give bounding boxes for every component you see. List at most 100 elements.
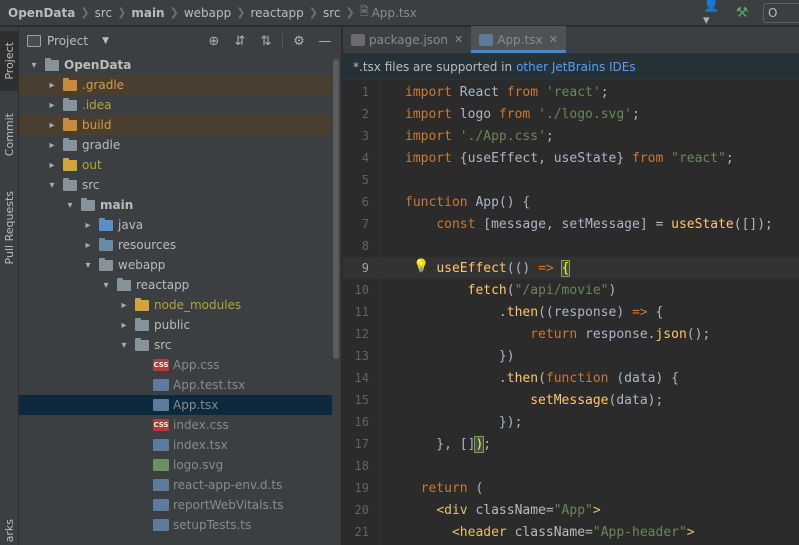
line-number: 6 xyxy=(361,195,369,209)
chevron-right-icon[interactable]: ▸ xyxy=(81,220,95,231)
tree-item[interactable]: CSS index.css xyxy=(19,415,332,435)
tree-item[interactable]: ▸ gradle xyxy=(19,135,332,155)
tree-item[interactable]: reportWebVitals.ts xyxy=(19,495,332,515)
collapse-all-icon[interactable]: ⇅ xyxy=(256,31,276,51)
code-line[interactable]: 20 <div className = "App" > xyxy=(343,499,799,521)
expand-all-icon[interactable]: ⇵ xyxy=(230,31,250,51)
tree-item[interactable]: ▸ .gradle xyxy=(19,75,332,95)
chevron-down-icon[interactable]: ▾ xyxy=(45,180,59,191)
close-icon[interactable]: ✕ xyxy=(549,33,558,46)
breadcrumb-item[interactable]: src xyxy=(95,6,113,20)
locate-icon[interactable]: ⊕ xyxy=(204,31,224,51)
view-dropdown-icon[interactable]: ▼ xyxy=(102,36,109,46)
breadcrumb-item[interactable]: main xyxy=(131,6,164,20)
gear-icon[interactable]: ⚙ xyxy=(289,31,309,51)
code-line[interactable]: 7 const [message, setMessage] = useState… xyxy=(343,213,799,235)
code-line[interactable]: 4 import {useEffect, useState} from "reac… xyxy=(343,147,799,169)
tree-item[interactable]: ▾ OpenData xyxy=(19,55,332,75)
breadcrumb-item[interactable]: OpenData xyxy=(8,6,75,20)
tree-item[interactable]: ▾ src xyxy=(19,335,332,355)
breadcrumb-item[interactable]: 🗎 App.tsx xyxy=(360,3,417,22)
tree-item[interactable]: App.test.tsx xyxy=(19,375,332,395)
code-line[interactable]: 19 return ( xyxy=(343,477,799,499)
tree-item[interactable]: ▸ build xyxy=(19,115,332,135)
chevron-down-icon[interactable]: ▾ xyxy=(99,280,113,291)
code-line[interactable]: 3 import './App.css'; xyxy=(343,125,799,147)
chevron-right-icon[interactable]: ▸ xyxy=(45,160,59,171)
code-line[interactable]: 6 function App() { xyxy=(343,191,799,213)
tree-item[interactable]: setupTests.ts xyxy=(19,515,332,535)
chevron-right-icon[interactable]: ▸ xyxy=(81,240,95,251)
code-line[interactable]: 17 }, []); xyxy=(343,433,799,455)
code-editor[interactable]: 1 import React from 'react'; 2 import logo … xyxy=(343,81,799,545)
tree-item[interactable]: ▸ node_modules xyxy=(19,295,332,315)
pull-requests-tool-tab[interactable]: Pull Requests xyxy=(0,179,19,277)
chevron-right-icon[interactable]: ▸ xyxy=(117,320,131,331)
tree-item[interactable]: index.tsx xyxy=(19,435,332,455)
chevron-right-icon[interactable]: ▸ xyxy=(117,300,131,311)
file-icon: 🗎 xyxy=(359,5,369,18)
code-line[interactable]: 5 xyxy=(343,169,799,191)
tree-item[interactable]: logo.svg xyxy=(19,455,332,475)
chevron-down-icon[interactable]: ▾ xyxy=(63,200,77,211)
chevron-right-icon[interactable]: ▸ xyxy=(45,140,59,151)
line-number: 9 xyxy=(361,261,369,275)
tree-item[interactable]: ▾ webapp xyxy=(19,255,332,275)
close-icon[interactable]: ✕ xyxy=(454,33,463,46)
editor-tab[interactable]: package.json ✕ xyxy=(343,26,471,53)
lightbulb-icon[interactable]: 💡 xyxy=(413,259,429,275)
code-line[interactable]: 13 }) xyxy=(343,345,799,367)
ts-file-icon xyxy=(153,519,169,531)
tree-item[interactable]: react-app-env.d.ts xyxy=(19,475,332,495)
code-line[interactable]: 15 setMessage (data); xyxy=(343,389,799,411)
breadcrumb-item[interactable]: src xyxy=(323,6,341,20)
tree-item[interactable]: ▾ src xyxy=(19,175,332,195)
folder-icon xyxy=(135,297,149,311)
user-icon[interactable]: 👤▾ xyxy=(703,0,725,28)
run-configuration-selector[interactable]: O xyxy=(763,3,799,23)
banner-link[interactable]: other JetBrains IDEs xyxy=(516,60,636,74)
code-line[interactable]: 10 fetch("/api/movie") xyxy=(343,279,799,301)
tree-item[interactable]: ▸ .idea xyxy=(19,95,332,115)
tree-item[interactable]: ▾ main xyxy=(19,195,332,215)
chevron-down-icon[interactable]: ▾ xyxy=(81,260,95,271)
tree-item-label: OpenData xyxy=(64,58,132,72)
folder-icon xyxy=(63,97,77,111)
tree-item[interactable]: ▸ resources xyxy=(19,235,332,255)
hammer-icon[interactable]: ⚒ xyxy=(731,3,753,23)
breadcrumb-item[interactable]: webapp xyxy=(184,6,231,20)
code-token: React xyxy=(451,84,507,100)
tree-item[interactable]: ▾ reactapp xyxy=(19,275,332,295)
code-line[interactable]: 18 xyxy=(343,455,799,477)
code-line[interactable]: 12 return response. json (); xyxy=(343,323,799,345)
chevron-right-icon[interactable]: ▸ xyxy=(45,100,59,111)
code-token: => xyxy=(631,304,648,320)
code-line[interactable]: 21 <header className = "App-header" > xyxy=(343,521,799,543)
tree-item[interactable]: App.tsx xyxy=(19,395,332,415)
bookmarks-tool-tab[interactable]: arks xyxy=(0,517,19,545)
tree-item[interactable]: ▸ java xyxy=(19,215,332,235)
code-line[interactable]: 9 💡 useEffect(() => { xyxy=(343,257,799,279)
chevron-right-icon[interactable]: ▸ xyxy=(45,80,59,91)
tree-item[interactable]: ▸ out xyxy=(19,155,332,175)
chevron-down-icon[interactable]: ▾ xyxy=(117,340,131,351)
code-token: logo xyxy=(451,106,499,122)
project-tool-tab[interactable]: Project xyxy=(0,31,19,91)
chevron-right-icon[interactable]: ▸ xyxy=(45,120,59,131)
code-line[interactable]: 11 . then ((response) => { xyxy=(343,301,799,323)
code-line[interactable]: 8 xyxy=(343,235,799,257)
tree-scrollbar[interactable] xyxy=(333,59,339,359)
breadcrumb-item[interactable]: reactapp xyxy=(250,6,303,20)
code-line[interactable]: 1 import React from 'react'; xyxy=(343,81,799,103)
code-line[interactable]: 14 . then(function (data) { xyxy=(343,367,799,389)
line-number: 19 xyxy=(354,481,369,495)
tree-item[interactable]: CSS App.css xyxy=(19,355,332,375)
hide-icon[interactable]: — xyxy=(315,31,335,51)
chevron-down-icon[interactable]: ▾ xyxy=(27,60,41,71)
tree-item[interactable]: ▸ public xyxy=(19,315,332,335)
commit-tool-tab[interactable]: Commit xyxy=(0,101,19,169)
editor-tab[interactable]: App.tsx ✕ xyxy=(471,26,566,53)
folder-icon xyxy=(99,217,113,231)
code-line[interactable]: 16 }); xyxy=(343,411,799,433)
code-line[interactable]: 2 import logo from './logo.svg'; xyxy=(343,103,799,125)
